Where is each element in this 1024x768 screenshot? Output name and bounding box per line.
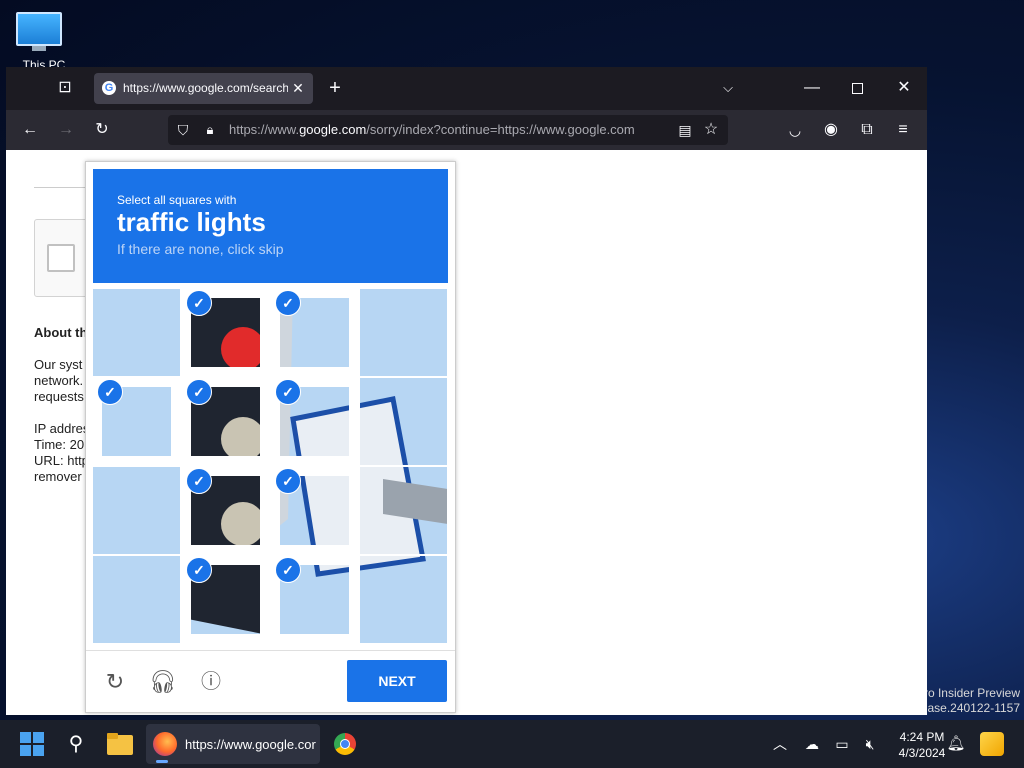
firefox-icon — [153, 732, 177, 756]
tile-checkmark-icon: ✓ — [275, 379, 301, 405]
info-icon[interactable]: ⓘ — [196, 667, 226, 697]
recaptcha-checkbox[interactable] — [47, 244, 75, 272]
nav-toolbar: ← → ↻ ⛉ 🔒︎ https://www.google.com/sorry/… — [6, 110, 927, 150]
tile-checkmark-icon: ✓ — [275, 290, 301, 316]
next-button[interactable]: NEXT — [347, 660, 447, 702]
captcha-hint: If there are none, click skip — [117, 241, 284, 257]
reload-challenge-icon[interactable]: ↻ — [100, 667, 130, 697]
url-bar[interactable]: ⛉ 🔒︎ https://www.google.com/sorry/index?… — [168, 115, 728, 145]
volume-muted-icon[interactable]: 🔇︎ — [854, 728, 886, 760]
close-window-icon[interactable]: ✕ — [894, 78, 914, 98]
account-icon[interactable]: ◉ — [821, 120, 841, 140]
search-icon[interactable]: ⚲ — [60, 728, 92, 760]
onedrive-icon[interactable]: ☁ — [796, 728, 828, 760]
copilot-pre-icon[interactable] — [980, 732, 1004, 756]
chevron-up-icon[interactable]: ︿ — [764, 728, 796, 760]
tile-checkmark-icon: ✓ — [275, 468, 301, 494]
start-icon[interactable] — [16, 728, 48, 760]
tile-checkmark-icon: ✓ — [275, 557, 301, 583]
chrome-icon[interactable] — [329, 728, 361, 760]
tab-bar: ⊡ G https://www.google.com/search ✕ + ⌵ … — [6, 67, 927, 110]
captcha-tile[interactable] — [93, 467, 180, 554]
monitor-icon — [16, 12, 62, 46]
audio-challenge-icon[interactable]: 🎧︎ — [148, 667, 178, 697]
tile-checkmark-icon: ✓ — [186, 379, 212, 405]
captcha-header: Select all squares with traffic lights I… — [93, 169, 448, 283]
captcha-image-grid: ✓ ✓ ✓ ✓ ✓ ✓ ✓ ✓ ✓ — [93, 289, 448, 644]
shield-icon[interactable]: ⛉ — [174, 120, 192, 140]
build-watermark-line1: ro Insider Preview — [923, 686, 1020, 700]
captcha-object: traffic lights — [117, 207, 266, 237]
url-text[interactable]: https://www.google.com/sorry/index?conti… — [229, 122, 669, 137]
tile-checkmark-icon: ✓ — [186, 557, 212, 583]
minimize-icon[interactable]: — — [802, 78, 822, 98]
this-pc-desktop-icon[interactable]: This PC — [14, 10, 65, 72]
reload-icon[interactable]: ↻ — [92, 120, 112, 140]
tile-checkmark-icon: ✓ — [97, 379, 123, 405]
captcha-challenge: Select all squares with traffic lights I… — [85, 161, 456, 713]
tab-overview-icon[interactable]: ⊡ — [55, 78, 75, 98]
taskbar-firefox[interactable]: https://www.google.cor — [146, 724, 320, 764]
captcha-tile[interactable] — [360, 289, 447, 376]
menu-icon[interactable]: ≡ — [893, 120, 913, 140]
captcha-tile[interactable] — [360, 467, 447, 554]
new-tab-icon[interactable]: + — [325, 78, 345, 98]
active-tab[interactable]: G https://www.google.com/search ✕ — [94, 73, 313, 104]
maximize-icon[interactable] — [852, 83, 863, 94]
forward-icon[interactable]: → — [56, 120, 76, 140]
tile-checkmark-icon: ✓ — [186, 468, 212, 494]
taskbar: ⚲ https://www.google.cor ︿ ☁ ▭ 🔇︎ 4:24 P… — [0, 720, 1024, 768]
lock-icon[interactable]: 🔒︎ — [201, 120, 219, 140]
taskbar-firefox-label: https://www.google.cor — [185, 737, 316, 752]
captcha-tile[interactable] — [360, 378, 447, 465]
captcha-tile[interactable] — [360, 556, 447, 643]
google-favicon-icon: G — [102, 81, 116, 95]
reader-view-icon[interactable]: ▤ — [676, 120, 694, 140]
tab-title: https://www.google.com/search — [123, 81, 288, 95]
captcha-footer-divider — [86, 650, 455, 651]
captcha-instruction: Select all squares with — [117, 193, 237, 207]
notification-bell-icon[interactable]: 🔔︎ — [940, 728, 972, 760]
captcha-tile[interactable] — [93, 556, 180, 643]
bookmark-star-icon[interactable]: ☆ — [702, 120, 720, 140]
back-icon[interactable]: ← — [20, 120, 40, 140]
file-explorer-icon[interactable] — [104, 728, 136, 760]
close-tab-icon[interactable]: ✕ — [290, 78, 306, 98]
list-tabs-chevron-icon[interactable]: ⌵ — [718, 78, 738, 98]
tile-checkmark-icon: ✓ — [186, 290, 212, 316]
extensions-icon[interactable]: ⧉ — [857, 120, 877, 140]
build-watermark-line2: ease.240122-1157 — [920, 701, 1020, 715]
pocket-icon[interactable]: ◡ — [785, 120, 805, 140]
captcha-tile[interactable] — [93, 289, 180, 376]
